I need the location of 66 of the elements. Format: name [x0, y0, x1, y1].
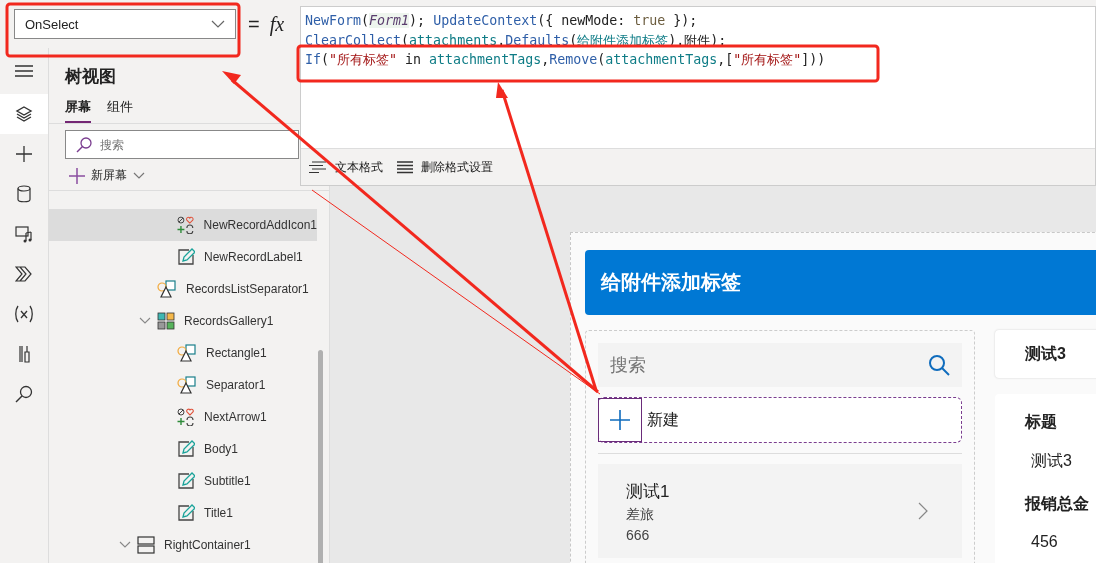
- label-icon: [177, 440, 195, 458]
- shapes-icon: [177, 344, 197, 362]
- label-icon: [177, 248, 195, 266]
- new-button[interactable]: 新建: [598, 397, 962, 443]
- panel-tab[interactable]: 屏幕: [65, 98, 91, 123]
- icons-icon: [177, 408, 195, 426]
- search-icon: [15, 385, 33, 403]
- remove-formatting-button[interactable]: 删除格式设置: [397, 158, 493, 176]
- field-label: 标题: [1025, 412, 1058, 432]
- search-field[interactable]: 搜索: [598, 343, 962, 387]
- layers-rail-button[interactable]: [0, 94, 48, 134]
- tree-item[interactable]: RightContainer1: [49, 529, 317, 561]
- icons-icon: [176, 216, 195, 234]
- tree-item[interactable]: NewRecordAddIcon1: [49, 209, 317, 241]
- text-format-icon: [309, 161, 327, 173]
- tree-item[interactable]: Subtitle1: [49, 465, 317, 497]
- variable-icon: [14, 305, 34, 323]
- plus-icon: [610, 410, 630, 430]
- item-body: 666: [626, 526, 651, 543]
- chevron-icon: [119, 541, 131, 549]
- gallery-icon: [157, 312, 175, 330]
- tree-item[interactable]: RecordsGallery1: [49, 305, 317, 337]
- chevron-icon: [139, 317, 151, 325]
- field-value: 456: [1031, 533, 1059, 551]
- plus-icon: [15, 145, 33, 163]
- detail-title: 测试3: [1025, 343, 1066, 364]
- plus-icon: [69, 167, 85, 184]
- new-screen-button[interactable]: 新屏幕: [49, 159, 145, 188]
- tree-item[interactable]: Rectangle1: [49, 337, 317, 369]
- tree-item[interactable]: NewRecordLabel1: [49, 241, 317, 273]
- search-icon: [928, 354, 950, 376]
- search-icon: [75, 136, 93, 154]
- tree-item[interactable]: RecordsListSeparator1: [49, 273, 317, 305]
- panel-tab[interactable]: 组件: [107, 98, 133, 123]
- tree-item[interactable]: NextArrow1: [49, 401, 317, 433]
- label-icon: [177, 472, 195, 490]
- item-title: 测试1: [626, 480, 670, 503]
- shapes-icon: [177, 376, 197, 394]
- code-line: If("所有标签" in attachmentTags,Remove(attachmentTags,["所有标签"])): [305, 51, 826, 69]
- tree-item[interactable]: Separator1: [49, 369, 317, 401]
- equals-sign: =: [248, 12, 260, 36]
- gallery-item[interactable]: 测试1 差旅 666: [598, 464, 962, 558]
- label-icon: [177, 504, 195, 522]
- database-icon: [17, 185, 31, 203]
- field-value: 测试3: [1031, 451, 1073, 471]
- search-field[interactable]: 搜索: [65, 130, 299, 159]
- shapes-icon: [157, 280, 177, 298]
- property-dropdown[interactable]: OnSelect: [14, 9, 236, 39]
- tree-item[interactable]: Body1: [49, 433, 317, 465]
- chevron-down-icon: [133, 172, 145, 179]
- chevron-down-icon: [211, 20, 225, 28]
- fx-label: fx: [269, 12, 285, 36]
- container-icon: [137, 536, 155, 554]
- tools-icon: [17, 345, 31, 363]
- code-line: NewForm(Form1); UpdateContext({ newMode: true });: [305, 13, 698, 30]
- media-icon: [15, 225, 33, 243]
- item-subtitle: 差旅: [626, 505, 655, 524]
- app-title: 给附件添加标签: [601, 270, 741, 295]
- panel-title: 树视图: [65, 66, 116, 88]
- field-label: 报销总金: [1025, 494, 1090, 514]
- flow-icon: [15, 266, 33, 282]
- chevron-right-icon: [918, 502, 928, 520]
- menu-icon: [15, 64, 33, 78]
- layers-icon: [15, 105, 33, 123]
- lines-icon: [397, 160, 413, 174]
- tree-item[interactable]: Title1: [49, 497, 317, 529]
